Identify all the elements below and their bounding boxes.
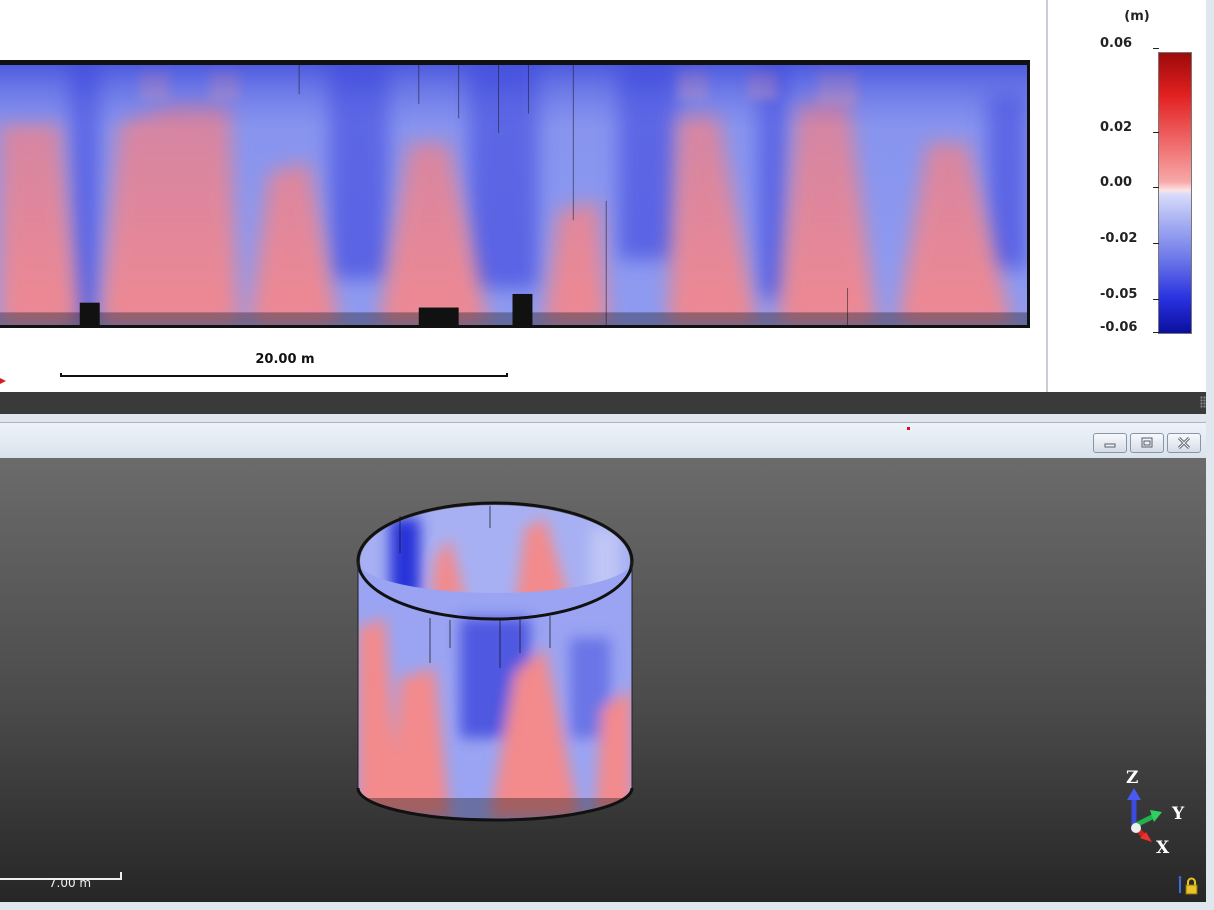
lock-icon[interactable]: [1176, 876, 1200, 896]
top-view-statusbar: [0, 392, 1214, 414]
close-button[interactable]: [1167, 433, 1201, 453]
tank-cylinder-model: [356, 501, 634, 822]
window-frame-right: [1206, 0, 1214, 910]
map-scalebar: [60, 373, 508, 377]
deviation-map[interactable]: [0, 60, 1030, 328]
deviation-map-image: [0, 65, 1027, 325]
legend-divider: [1046, 0, 1048, 392]
axis-label-y: Y: [1172, 804, 1185, 824]
legend-tick-zero: 0.00: [1100, 175, 1159, 190]
view3d-viewport[interactable]: 7.00 m Z Y X: [0, 458, 1206, 902]
axis-label-z: Z: [1126, 768, 1139, 788]
restore-button[interactable]: [1130, 433, 1164, 453]
legend-tick-min: -0.06: [1100, 320, 1159, 335]
restore-icon: [1141, 437, 1153, 448]
axis-gizmo[interactable]: Z Y X: [1112, 768, 1202, 868]
legend-tick: -0.02: [1100, 231, 1159, 246]
axis-label-x: X: [1156, 838, 1170, 858]
minimize-icon: [1104, 443, 1116, 448]
map-scale-label: 20.00 m: [255, 352, 315, 367]
window-frame-bottom: [0, 902, 1214, 910]
legend-tick: -0.05: [1100, 287, 1159, 302]
legend-tick-max: 0.06: [1100, 36, 1159, 51]
origin-marker: [0, 378, 6, 384]
legend-tick: 0.02: [1100, 120, 1159, 135]
view-scale-label: 7.00 m: [48, 876, 92, 890]
status-dot: [907, 427, 910, 430]
legend-unit: (m): [1124, 9, 1150, 24]
color-scale-bar: [1158, 52, 1192, 334]
unrolled-map-view[interactable]: 20.00 m (m) 0.06 0.02 0.00 -0.02 -0.05 -…: [0, 0, 1206, 392]
minimize-button[interactable]: [1093, 433, 1127, 453]
view3d-titlebar[interactable]: [0, 422, 1206, 459]
close-icon: [1177, 436, 1191, 450]
